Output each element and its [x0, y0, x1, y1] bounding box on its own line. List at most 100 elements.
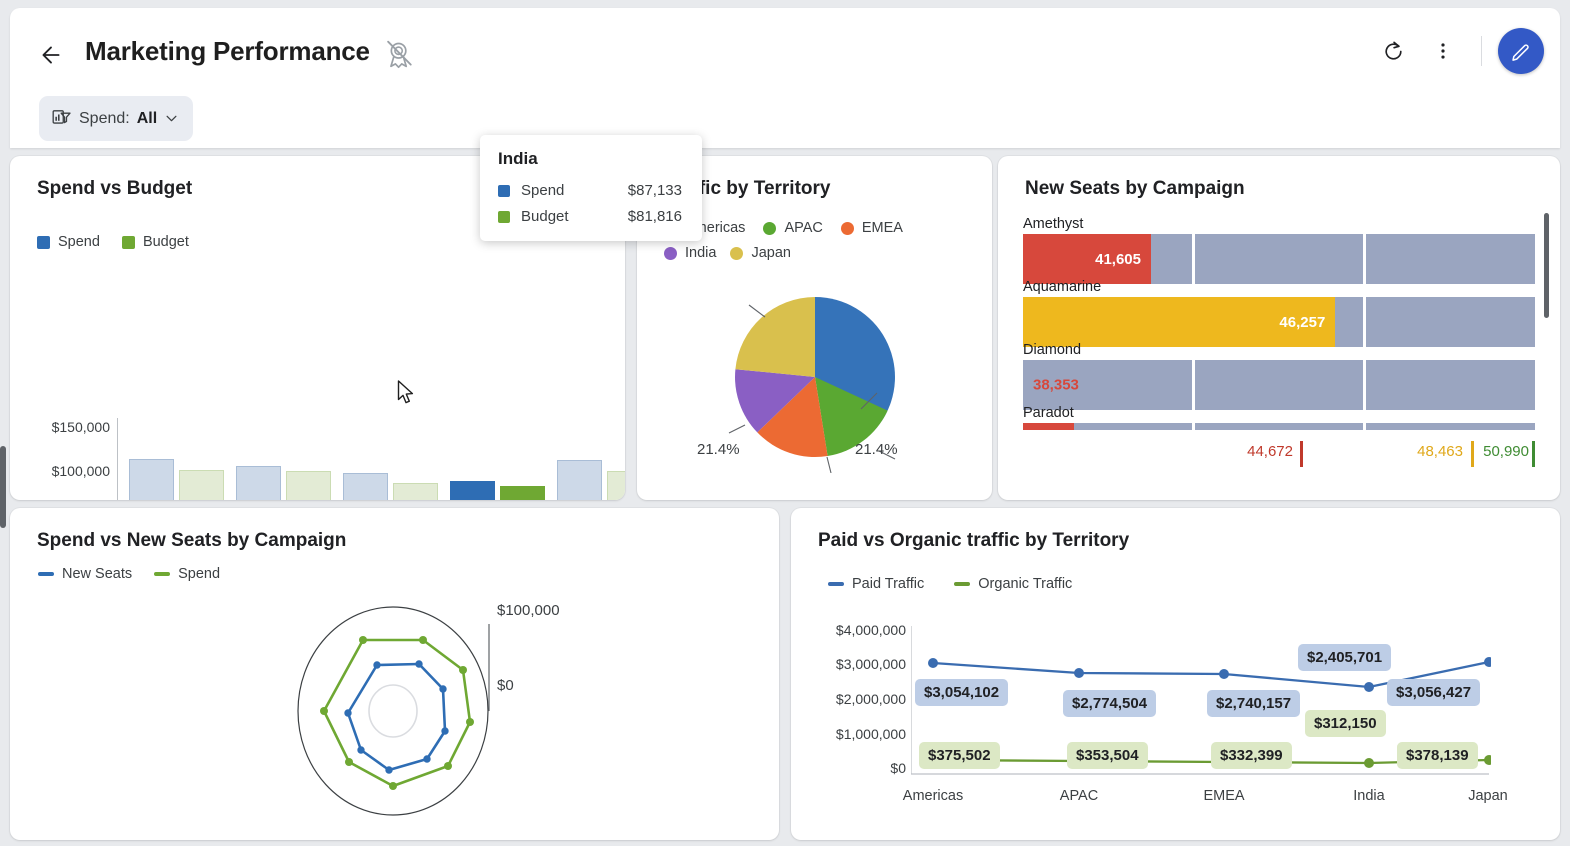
legend-swatch-paid-traffic — [828, 582, 844, 586]
bar-spend-emea[interactable] — [343, 473, 388, 500]
bar-spend-japan[interactable] — [557, 460, 602, 500]
ytick-2000000: $2,000,000 — [835, 691, 906, 707]
filter-spend-pill[interactable]: Spend: All — [39, 96, 194, 141]
seat-value-diamond: 38,353 — [1033, 376, 1079, 394]
card-title-radar: Spend vs New Seats by Campaign — [37, 530, 347, 551]
xtick-paid-americas: Americas — [902, 788, 964, 804]
tooltip-row-budget: Budget $81,816 — [498, 208, 682, 225]
ytick-150000: $150,000 — [51, 419, 110, 435]
bar-spend-americas[interactable] — [129, 459, 174, 500]
legend-label-spend: Spend — [58, 234, 100, 250]
bar-budget-japan[interactable] — [607, 471, 625, 500]
seat-value-amethyst: 41,605 — [1095, 250, 1141, 268]
datalabel-organic-emea: $332,399 — [1211, 742, 1292, 769]
legend-swatch-india — [664, 246, 677, 260]
header-divider — [1481, 36, 1482, 66]
xtick-paid-apac: APAC — [1059, 788, 1099, 804]
bar-budget-americas[interactable] — [179, 470, 224, 500]
radar-inner-ring — [368, 684, 418, 738]
seat-track-amethyst: 41,605 — [1023, 234, 1536, 284]
bar-spend-india[interactable] — [450, 481, 495, 500]
chart-filter-icon — [52, 110, 71, 124]
tooltip-swatch-spend — [498, 184, 510, 197]
ytick-4000000: $4,000,000 — [835, 622, 906, 638]
filter-value: All — [136, 109, 158, 127]
tooltip-swatch-budget — [498, 210, 510, 223]
seat-target-marker-high — [1532, 441, 1535, 467]
radar-series-new-seats[interactable] — [346, 662, 447, 772]
bar-spend-apac[interactable] — [236, 466, 281, 500]
xtick-paid-japan: Japan — [1468, 788, 1508, 804]
seat-targets-row: 44,672 48,463 50,990 — [1023, 441, 1535, 469]
legend-swatch-budget — [121, 235, 135, 249]
card-spend-vs-new-seats[interactable]: Spend vs New Seats by Campaign New Seats… — [10, 508, 779, 840]
datalabel-organic-india: $312,150 — [1305, 710, 1386, 737]
legend-radar: New Seats Spend — [38, 566, 242, 582]
card-paid-vs-organic[interactable]: Paid vs Organic traffic by Territory Pai… — [791, 508, 1560, 840]
legend-label-india: India — [685, 245, 717, 261]
legend-item-organic-traffic[interactable]: Organic Traffic — [954, 576, 1072, 592]
radar-chart — [297, 606, 490, 816]
back-arrow-icon — [42, 46, 60, 64]
tooltip-row-spend: Spend $87,133 — [498, 182, 682, 199]
legend-swatch-japan — [730, 246, 744, 260]
legend-item-apac[interactable]: APAC — [763, 220, 823, 236]
seat-label-amethyst: Amethyst — [1023, 216, 1084, 232]
bar-budget-emea[interactable] — [393, 483, 438, 500]
pie-label-japan: 21.4% — [697, 441, 740, 458]
seat-fill-aquamarine: 46,257 — [1023, 297, 1336, 347]
radar-axis-label-max: $100,000 — [497, 602, 560, 619]
legend-item-emea[interactable]: EMEA — [840, 220, 903, 236]
ytick-0: $0 — [890, 760, 906, 776]
pie-label-americas: 21.4% — [855, 441, 898, 458]
seat-value-aquamarine: 46,257 — [1279, 313, 1326, 331]
seat-row-paradot[interactable]: Paradot — [1023, 405, 1536, 430]
legend-item-spend-radar[interactable]: Spend — [154, 566, 220, 582]
ytick-1000000: $1,000,000 — [835, 726, 906, 742]
legend-item-budget[interactable]: Budget — [121, 234, 189, 250]
legend-label-emea: EMEA — [861, 220, 903, 236]
new-seats-scrollbar[interactable] — [1544, 213, 1549, 318]
edit-dashboard-button[interactable] — [1498, 28, 1544, 74]
legend-item-new-seats[interactable]: New Seats — [38, 566, 132, 582]
page-scrollbar-left[interactable] — [0, 446, 6, 528]
bar-budget-india[interactable] — [500, 486, 545, 500]
legend-swatch-spend-radar — [154, 572, 171, 576]
legend-label-spend-radar: Spend — [178, 566, 221, 582]
seat-track-paradot — [1023, 423, 1536, 430]
legend-item-paid-traffic[interactable]: Paid Traffic — [828, 576, 924, 592]
legend-item-india[interactable]: India — [664, 245, 716, 261]
seat-row-diamond[interactable]: Diamond 38,353 — [1023, 342, 1536, 410]
legend-item-spend[interactable]: Spend — [37, 234, 100, 250]
datalabel-organic-americas: $375,502 — [919, 742, 1000, 769]
bar-budget-apac[interactable] — [286, 471, 331, 500]
seat-row-aquamarine[interactable]: Aquamarine 46,257 — [1023, 279, 1536, 347]
legend-swatch-new-seats — [38, 572, 54, 576]
datalabel-paid-india: $2,405,701 — [1298, 644, 1392, 671]
datalabel-paid-apac: $2,774,504 — [1063, 690, 1157, 717]
card-title-spend-vs-budget: Spend vs Budget — [37, 178, 193, 199]
not-certified-badge-icon — [383, 38, 417, 72]
legend-label-japan: Japan — [751, 245, 791, 261]
datalabel-paid-japan: $3,056,427 — [1387, 679, 1481, 706]
legend-item-japan[interactable]: Japan — [730, 245, 791, 261]
seat-track-aquamarine: 46,257 — [1023, 297, 1536, 347]
legend-label-apac: APAC — [784, 220, 823, 236]
seat-track-diamond: 38,353 — [1023, 360, 1536, 410]
refresh-icon — [1384, 41, 1402, 60]
seat-target-marker-low — [1300, 441, 1303, 467]
legend-label-new-seats: New Seats — [62, 566, 133, 582]
tooltip-value-spend: $87,133 — [627, 182, 682, 199]
header-actions — [1371, 28, 1544, 74]
more-options-button[interactable] — [1421, 29, 1465, 73]
datalabel-paid-emea: $2,740,157 — [1207, 690, 1301, 717]
tooltip-value-budget: $81,816 — [627, 208, 682, 225]
seat-row-amethyst[interactable]: Amethyst 41,605 — [1023, 216, 1536, 284]
dashboard-header: Marketing Performance Spend: All — [10, 8, 1560, 148]
back-button[interactable] — [30, 34, 72, 76]
refresh-button[interactable] — [1371, 29, 1415, 73]
pie-slice-japan[interactable] — [735, 297, 815, 377]
card-new-seats-by-campaign[interactable]: New Seats by Campaign Amethyst 41,605 Aq… — [998, 156, 1560, 500]
seat-target-low: 44,672 — [1247, 443, 1293, 460]
legend-label-budget: Budget — [142, 234, 189, 250]
